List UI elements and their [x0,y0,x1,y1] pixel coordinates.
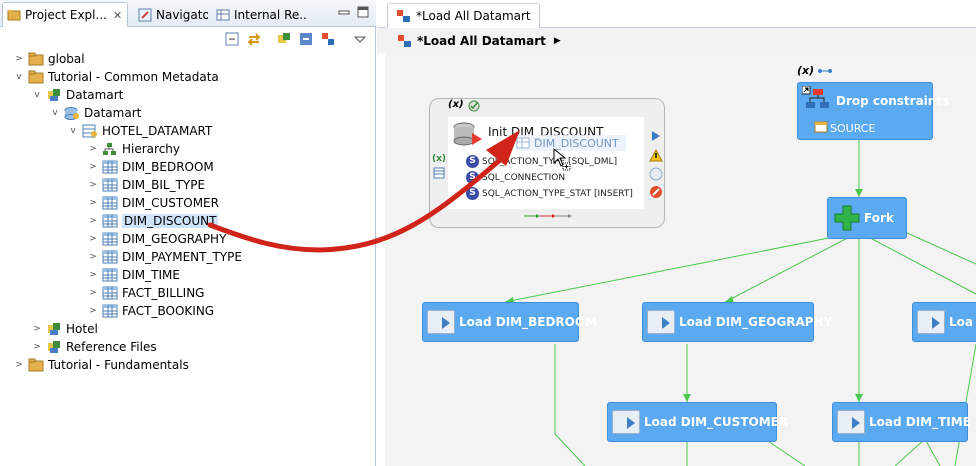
drag-arrow [207,130,520,253]
